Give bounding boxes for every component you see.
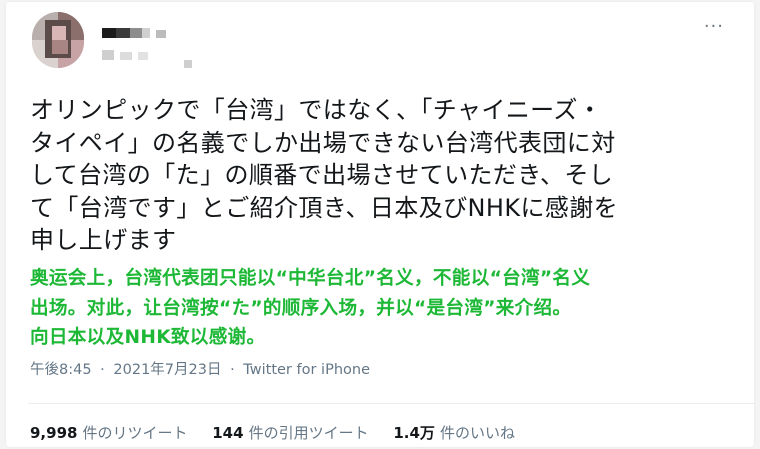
tweet-text: オリンピックで「台湾」ではなく、「チャイニーズ・ タイペイ」の名義でしか出場でき… (30, 96, 619, 254)
user-name-pixelated[interactable] (102, 28, 194, 68)
retweets-label: 件のリツイート (82, 424, 188, 442)
likes-stat[interactable]: 1.4万 件のいいね (393, 422, 515, 443)
engagement-stats: 9,998 件のリツイート 144 件の引用ツイート 1.4万 件のいいね (30, 422, 535, 443)
quote-tweets-label: 件の引用ツイート (248, 424, 369, 442)
quote-tweets-count: 144 (212, 424, 244, 442)
translation-overlay: 奥运会上，台湾代表团只能以“中华台北”名义，不能以“台湾”名义 出场。对此，让台… (30, 268, 591, 348)
tweet-time[interactable]: 午後8:45 (30, 358, 92, 379)
divider (28, 403, 754, 404)
tweet-metadata: 午後8:45 · 2021年7月23日 · Twitter for iPhone (30, 358, 370, 379)
tweet-source-link[interactable]: Twitter for iPhone (243, 362, 370, 378)
likes-count: 1.4万 (393, 424, 435, 442)
retweets-stat[interactable]: 9,998 件のリツイート (30, 422, 187, 443)
quote-tweets-stat[interactable]: 144 件の引用ツイート (212, 422, 368, 443)
tweet-card: ··· オリンピックで「台湾」ではなく、「チャイニーズ・ タイペイ」の名義でしか… (6, 2, 754, 447)
tweet-date[interactable]: 2021年7月23日 (113, 358, 221, 379)
likes-label: 件のいいね (439, 424, 515, 442)
separator: · (230, 362, 235, 378)
more-options-icon[interactable]: ··· (704, 18, 724, 36)
separator: · (100, 362, 105, 378)
avatar[interactable] (32, 12, 84, 68)
retweets-count: 9,998 (30, 424, 78, 442)
